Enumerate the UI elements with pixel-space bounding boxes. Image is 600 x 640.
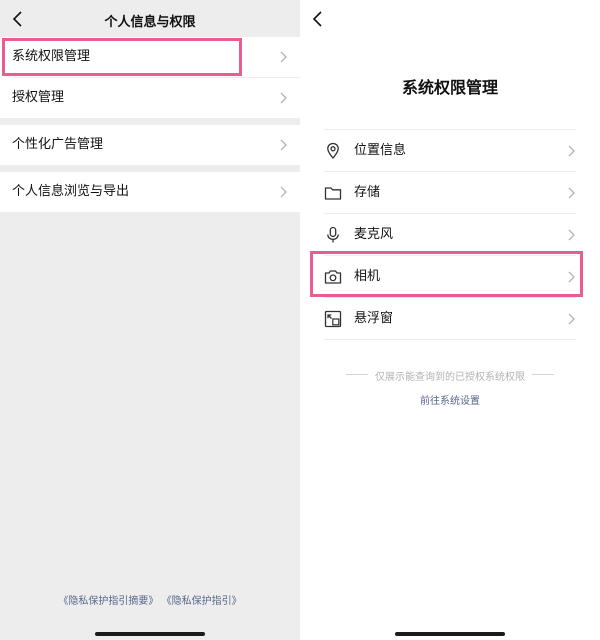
section-gap — [0, 165, 300, 172]
permission-storage[interactable]: 存储 — [324, 172, 576, 214]
chevron-right-icon — [568, 271, 575, 283]
go-to-system-settings-link[interactable]: 前往系统设置 — [300, 392, 600, 407]
menu-item-label: 授权管理 — [12, 90, 65, 105]
left-screen: 个人信息与权限 系统权限管理 授权管理 个性化广告管理 个人信息浏览与导出 《隐… — [0, 0, 300, 640]
section-gap — [0, 118, 300, 125]
chevron-right-icon — [568, 313, 575, 325]
back-icon[interactable] — [308, 8, 330, 30]
microphone-icon — [327, 226, 339, 243]
chevron-right-icon — [568, 229, 575, 241]
page-title: 系统权限管理 — [401, 78, 498, 97]
home-indicator[interactable] — [395, 632, 505, 636]
permission-label: 悬浮窗 — [354, 311, 394, 326]
chevron-right-icon — [280, 51, 287, 63]
camera-icon — [324, 270, 342, 284]
menu-item-label: 个人信息浏览与导出 — [12, 184, 130, 199]
chevron-right-icon — [280, 92, 287, 104]
menu-item-authorization[interactable]: 授权管理 — [0, 78, 300, 118]
floating-window-icon — [324, 310, 342, 328]
permission-floating-window[interactable]: 悬浮窗 — [324, 298, 576, 340]
menu-item-system-permissions[interactable]: 系统权限管理 — [0, 37, 300, 77]
note-text: 仅展示能查询到的已授权系统权限 — [375, 372, 525, 383]
folder-icon — [324, 187, 342, 200]
chevron-right-icon — [280, 186, 287, 198]
privacy-links: 《隐私保护指引摘要》 《隐私保护指引》 — [0, 592, 300, 607]
settings-group-3: 个人信息浏览与导出 — [0, 172, 300, 212]
home-indicator[interactable] — [95, 632, 205, 636]
chevron-right-icon — [280, 139, 287, 151]
menu-item-personalized-ads[interactable]: 个性化广告管理 — [0, 125, 300, 165]
permission-note: 仅展示能查询到的已授权系统权限 — [340, 368, 560, 383]
permission-label: 存储 — [354, 185, 381, 200]
privacy-full-link[interactable]: 《隐私保护指引》 — [162, 596, 242, 607]
note-line-right — [532, 374, 554, 375]
right-nav-bar — [300, 0, 600, 37]
location-pin-icon — [327, 142, 339, 159]
left-nav-bar: 个人信息与权限 — [0, 0, 300, 37]
chevron-right-icon — [568, 187, 575, 199]
menu-item-label: 系统权限管理 — [12, 49, 91, 64]
permission-location[interactable]: 位置信息 — [324, 130, 576, 172]
note-line-left — [346, 374, 368, 375]
permission-label: 位置信息 — [354, 143, 407, 158]
permission-microphone[interactable]: 麦克风 — [324, 214, 576, 256]
permission-label: 麦克风 — [354, 227, 394, 242]
page-title: 个人信息与权限 — [104, 15, 196, 30]
settings-group-2: 个性化广告管理 — [0, 125, 300, 165]
chevron-right-icon — [568, 145, 575, 157]
menu-item-label: 个性化广告管理 — [12, 137, 104, 152]
permission-label: 相机 — [354, 269, 381, 284]
permission-camera[interactable]: 相机 — [324, 256, 576, 298]
permission-list: 位置信息 存储 麦克风 相机 悬浮窗 — [324, 129, 576, 340]
menu-item-personal-info-export[interactable]: 个人信息浏览与导出 — [0, 172, 300, 212]
privacy-summary-link[interactable]: 《隐私保护指引摘要》 — [58, 596, 158, 607]
right-screen: 系统权限管理 位置信息 存储 麦克风 相机 悬浮窗 仅展示能查询到的已授权系统权… — [300, 0, 600, 640]
settings-group-1: 系统权限管理 授权管理 — [0, 37, 300, 118]
